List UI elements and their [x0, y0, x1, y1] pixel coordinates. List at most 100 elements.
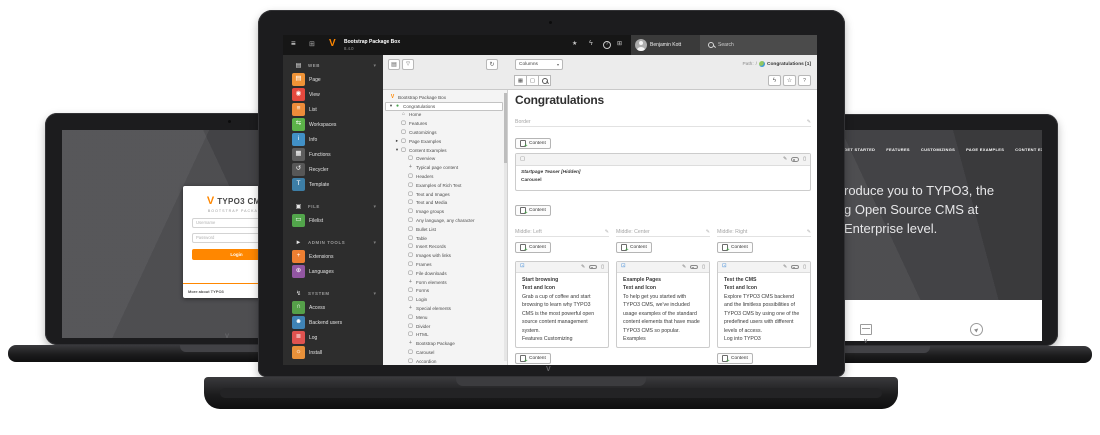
tree-item[interactable]: ▢ Overview	[383, 155, 507, 164]
card-links[interactable]: Features Customizing	[522, 335, 602, 343]
add-content-button[interactable]: Content	[515, 353, 551, 364]
delete-icon[interactable]: ▯	[702, 265, 705, 270]
tree-item[interactable]: ▢ Images with links	[383, 251, 507, 260]
content-element-card[interactable]: ⊡ ✎ ▯ Test the CMS Text and Icon Explore…	[717, 261, 811, 348]
user-menu[interactable]: Benjamin Kott	[631, 35, 700, 55]
tree-item[interactable]: ▢ Text and Images	[383, 190, 507, 199]
add-content-button[interactable]: Content	[515, 138, 551, 149]
edit-section-icon[interactable]: ✎	[706, 229, 710, 235]
refresh-button[interactable]: ↻	[486, 59, 498, 70]
module-menu-item[interactable]: ⇆ Workspaces	[283, 117, 383, 132]
tree-item[interactable]: ▢ Customizings	[383, 128, 507, 137]
module-menu-item[interactable]: T Template	[283, 177, 383, 192]
tree-item[interactable]: + Form elements	[383, 278, 507, 287]
add-content-button[interactable]: Content	[717, 353, 753, 364]
module-grid-icon[interactable]: ⊞	[309, 41, 315, 48]
module-menu-item[interactable]: ▭ Filelist	[283, 213, 383, 228]
help-button[interactable]: ?	[798, 75, 811, 86]
tree-item[interactable]: V Bootstrap Package Box	[383, 93, 507, 102]
bookmark-button[interactable]: ☆	[783, 75, 796, 86]
edit-icon[interactable]: ✎	[783, 265, 787, 270]
search-button[interactable]	[538, 75, 551, 86]
delete-icon[interactable]: ▯	[803, 157, 806, 162]
module-menu-item[interactable]: ⊕ Languages	[283, 264, 383, 279]
tree-item[interactable]: + Typical page content	[383, 163, 507, 172]
tree-item[interactable]: ▢ Login	[383, 295, 507, 304]
tree-item[interactable]: ▾ ● Congratulations	[383, 102, 507, 111]
site-nav-item[interactable]: CONTENT EXAMPLES	[1015, 147, 1042, 152]
menu-toggle-icon[interactable]: ≡	[291, 40, 296, 48]
delete-icon[interactable]: ▯	[803, 265, 806, 270]
module-menu-item[interactable]: ∩ Access	[283, 300, 383, 315]
visibility-toggle[interactable]	[690, 265, 698, 270]
module-section-admin-tools[interactable]: ► ADMIN TOOLS ▾	[283, 236, 383, 249]
visibility-toggle[interactable]	[791, 157, 799, 162]
tree-item[interactable]: ▸ ▢ Page Examples	[383, 137, 507, 146]
tree-item[interactable]: ▢ Menu	[383, 313, 507, 322]
bookmark-star-icon[interactable]: ★	[572, 41, 577, 47]
tree-item[interactable]: ▢ Bullet List	[383, 225, 507, 234]
module-menu-item[interactable]: ☻ Backend users	[283, 315, 383, 330]
tree-item[interactable]: ▢ Headers	[383, 172, 507, 181]
module-menu-item[interactable]: ▤ Page	[283, 72, 383, 87]
card-links[interactable]: Log into TYPO3	[724, 335, 804, 343]
module-section-web[interactable]: ▤ WEB ▾	[283, 59, 383, 72]
content-element-card[interactable]: ▢ ✎ ▯ Startpage Teaser [Hidden] Carousel	[515, 153, 811, 191]
cache-bolt-button[interactable]: ϟ	[768, 75, 781, 86]
tree-item[interactable]: ▢ Image groups	[383, 207, 507, 216]
columns-select[interactable]: Columns ▾	[515, 59, 563, 70]
tree-item[interactable]: ▢ Any language, any character	[383, 216, 507, 225]
edit-icon[interactable]: ✎	[581, 265, 585, 270]
module-menu-item[interactable]: ☼ Install	[283, 345, 383, 360]
site-nav-item[interactable]: CUSTOMIZINGS	[921, 147, 955, 152]
tree-item[interactable]: ▢ HTML	[383, 331, 507, 340]
site-nav-item[interactable]: FEATURES	[886, 147, 910, 152]
edit-icon[interactable]: ✎	[682, 265, 686, 270]
module-section-file[interactable]: ▣ FILE ▾	[283, 200, 383, 213]
tree-item[interactable]: ▢ Accordion	[383, 357, 507, 365]
tree-item[interactable]: ▢ Examples of Rich Text	[383, 181, 507, 190]
tree-item[interactable]: ▢ Features	[383, 119, 507, 128]
visibility-toggle[interactable]	[791, 265, 799, 270]
system-info-grid-icon[interactable]: ⊞	[617, 41, 622, 47]
add-content-button[interactable]: Content	[515, 205, 551, 216]
add-content-button[interactable]: Content	[616, 242, 652, 253]
tree-item[interactable]: ▢ Table	[383, 234, 507, 243]
module-menu-item[interactable]: i Info	[283, 132, 383, 147]
module-menu-item[interactable]: ▦ Functions	[283, 147, 383, 162]
visibility-toggle[interactable]	[589, 265, 597, 270]
filter-button[interactable]: ▽	[402, 59, 414, 70]
tree-item[interactable]: ▢ Divider	[383, 322, 507, 331]
new-page-button[interactable]: ▤	[388, 59, 400, 70]
edit-section-icon[interactable]: ✎	[807, 119, 811, 125]
edit-icon[interactable]: ✎	[783, 157, 787, 162]
tree-scrollbar[interactable]	[504, 93, 507, 361]
module-menu-item[interactable]: ≣ Log	[283, 330, 383, 345]
delete-icon[interactable]: ▯	[601, 265, 604, 270]
edit-section-icon[interactable]: ✎	[807, 229, 811, 235]
clear-cache-bolt-icon[interactable]: ϟ	[589, 40, 593, 47]
tree-item[interactable]: ⌂ Home	[383, 111, 507, 120]
tree-item[interactable]: ▢ Insert Records	[383, 243, 507, 252]
tree-item[interactable]: + Special elements	[383, 304, 507, 313]
content-element-card[interactable]: ⊡ ✎ ▯ Example Pages Text and Icon To hel…	[616, 261, 710, 348]
site-nav-item[interactable]: PAGE EXAMPLES	[966, 147, 1004, 152]
tree-item[interactable]: ▾ ▢ Content Examples	[383, 146, 507, 155]
edit-section-icon[interactable]: ✎	[605, 229, 609, 235]
module-section-system[interactable]: ↯ SYSTEM ▾	[283, 287, 383, 300]
more-about-typo3-link[interactable]: More about TYPO3	[188, 289, 224, 294]
card-links[interactable]: Examples	[623, 335, 703, 343]
help-icon[interactable]: ?	[603, 41, 611, 49]
tree-item[interactable]: ▢ Text and Media	[383, 199, 507, 208]
module-menu-item[interactable]: ◉ View	[283, 87, 383, 102]
tree-item[interactable]: + Bootstrap Package	[383, 339, 507, 348]
module-menu-item[interactable]: ↺ Recycler	[283, 162, 383, 177]
add-content-button[interactable]: Content	[515, 242, 551, 253]
content-element-card[interactable]: ⊡ ✎ ▯ Start browsing Text and Icon Grab …	[515, 261, 609, 348]
tree-item[interactable]: ▢ Frames	[383, 260, 507, 269]
search-input[interactable]	[718, 42, 798, 48]
add-content-button[interactable]: Content	[717, 242, 753, 253]
site-nav-item[interactable]: GET STARTED	[844, 147, 875, 152]
module-menu-item[interactable]: + Extensions	[283, 249, 383, 264]
tree-item[interactable]: ▢ File downloads	[383, 269, 507, 278]
